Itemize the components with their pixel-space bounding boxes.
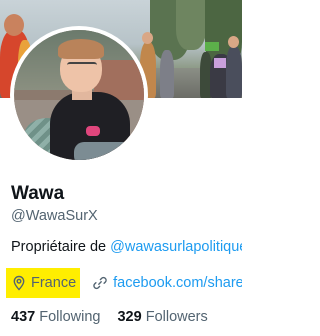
display-name: Wawa xyxy=(11,183,65,204)
profile-website-link[interactable]: facebook.com/share xyxy=(92,275,242,291)
profile-card: Wawa @WawaSurX Propriétaire de @wawasurl… xyxy=(0,0,242,336)
following-count: 437 xyxy=(11,309,36,325)
following-link[interactable]: 437 Following xyxy=(11,308,100,326)
followers-label: Followers xyxy=(145,309,208,325)
avatar-photo xyxy=(14,30,144,160)
follow-stats: 437 Following 329 Followers xyxy=(11,308,225,326)
following-label: Following xyxy=(39,309,101,325)
bio-mention-link[interactable]: @wawasurlapolitique xyxy=(110,239,242,255)
location-text: France xyxy=(31,275,77,291)
user-handle: @WawaSurX xyxy=(11,208,98,224)
followers-count: 329 xyxy=(117,309,142,325)
profile-avatar[interactable] xyxy=(10,26,148,164)
followers-link[interactable]: 329 Followers xyxy=(117,308,207,326)
website-text: facebook.com/share xyxy=(113,275,242,291)
profile-meta-row: France facebook.com/share xyxy=(6,268,242,298)
link-icon xyxy=(93,276,107,290)
bio-text: Propriétaire de xyxy=(11,239,111,255)
profile-bio: Propriétaire de @wawasurlapolitique xyxy=(11,238,242,256)
map-pin-icon xyxy=(13,275,25,291)
profile-location: France xyxy=(6,268,81,298)
